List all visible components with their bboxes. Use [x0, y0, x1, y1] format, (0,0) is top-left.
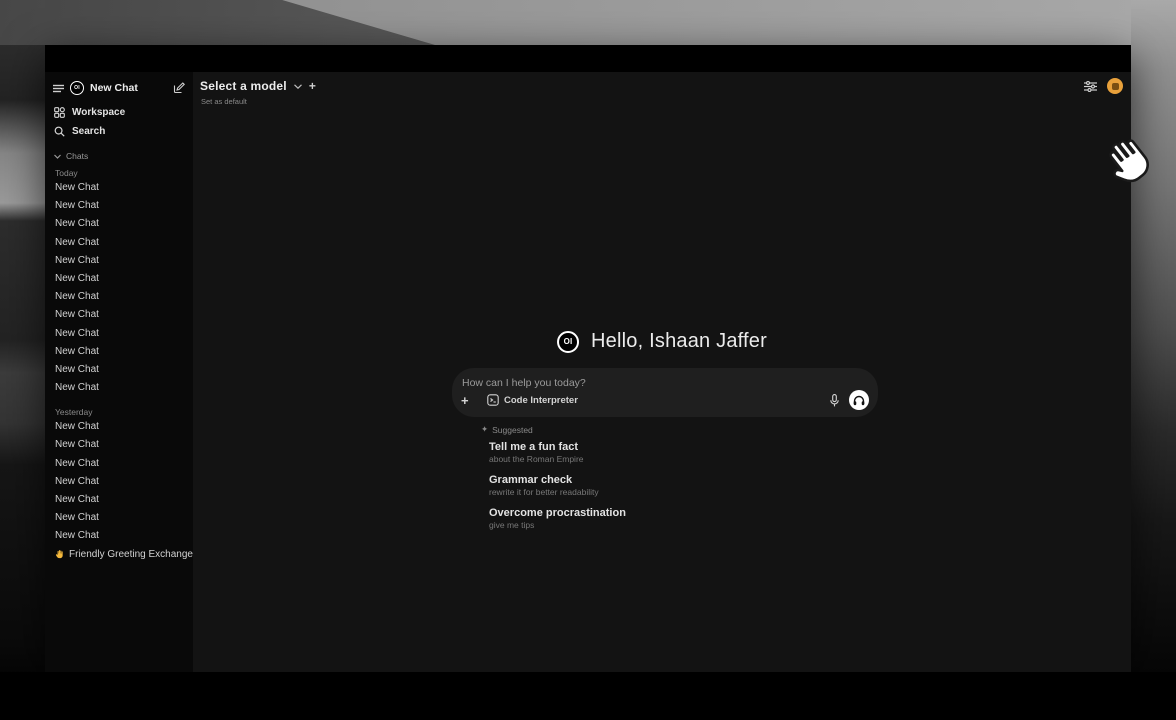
wallpaper-shape: [1131, 0, 1176, 720]
app-window: OI New Chat Workspace Search: [45, 45, 1131, 672]
suggestion-title: Tell me a fun fact: [489, 440, 749, 454]
chat-item[interactable]: New Chat: [45, 418, 193, 436]
chat-item[interactable]: New Chat: [45, 455, 193, 473]
chat-item-label: Friendly Greeting Exchange: [69, 549, 193, 560]
suggested-header: ✦ Suggested: [481, 424, 533, 435]
chat-item[interactable]: New Chat: [45, 527, 193, 545]
chat-section-label: Yesterday: [45, 406, 193, 418]
composer-placeholder: How can I help you today?: [462, 377, 868, 389]
suggestion-title: Grammar check: [489, 473, 749, 487]
chats-section-toggle[interactable]: Chats: [45, 150, 193, 162]
chat-item[interactable]: New Chat: [45, 252, 193, 270]
set-as-default-link[interactable]: Set as default: [201, 97, 247, 106]
greeting-block: OI Hello, Ishaan Jaffer: [557, 330, 767, 353]
sidebar-item-label: Search: [72, 126, 105, 137]
suggested-label-text: Suggested: [492, 425, 533, 435]
suggestion-subtitle: about the Roman Empire: [489, 454, 749, 465]
sparkle-icon: ✦: [481, 424, 488, 435]
chat-item[interactable]: New Chat: [45, 197, 193, 215]
app-logo: OI: [70, 81, 84, 95]
message-composer[interactable]: How can I help you today? + Code Interpr…: [452, 368, 878, 417]
chat-item[interactable]: New Chat: [45, 436, 193, 454]
code-interpreter-toggle[interactable]: Code Interpreter: [487, 394, 578, 406]
suggestion-list: Tell me a fun factabout the Roman Empire…: [489, 440, 749, 539]
hamburger-menu-icon[interactable]: [53, 84, 64, 93]
chats-header-label: Chats: [66, 151, 88, 161]
sidebar-item-label: Workspace: [72, 107, 125, 118]
desktop-wallpaper: OI New Chat Workspace Search: [0, 0, 1176, 720]
grid-icon: [54, 107, 65, 118]
suggestion-subtitle: give me tips: [489, 520, 749, 531]
attach-plus-button[interactable]: +: [461, 393, 479, 408]
main-panel: Select a model + Set as default OI Hello…: [193, 72, 1131, 672]
greeting-text: Hello, Ishaan Jaffer: [591, 330, 767, 353]
model-selector-label: Select a model: [200, 79, 287, 93]
chat-item[interactable]: New Chat: [45, 491, 193, 509]
chevron-down-icon: [294, 84, 302, 89]
headphones-icon: [853, 395, 865, 406]
add-model-button[interactable]: +: [309, 80, 316, 92]
sidebar-item-workspace[interactable]: Workspace: [45, 104, 193, 120]
suggestion-item[interactable]: Grammar checkrewrite it for better reada…: [489, 473, 749, 498]
avatar-glyph: [1112, 83, 1119, 90]
suggestion-subtitle: rewrite it for better readability: [489, 487, 749, 498]
controls-sliders-button[interactable]: [1084, 81, 1097, 92]
suggestion-item[interactable]: Tell me a fun factabout the Roman Empire: [489, 440, 749, 465]
chat-item[interactable]: New Chat: [45, 288, 193, 306]
model-selector-button[interactable]: Select a model +: [200, 79, 316, 93]
user-avatar[interactable]: [1107, 78, 1123, 94]
chat-section-label: Today: [45, 167, 193, 179]
wallpaper-shape: [0, 45, 45, 720]
chat-list: TodayNew ChatNew ChatNew ChatNew ChatNew…: [45, 167, 193, 564]
wallpaper-shape: [0, 672, 1176, 720]
suggestion-item[interactable]: Overcome procrastinationgive me tips: [489, 506, 749, 531]
chat-item[interactable]: New Chat: [45, 509, 193, 527]
chat-item[interactable]: New Chat: [45, 306, 193, 324]
chat-item[interactable]: New Chat: [45, 343, 193, 361]
sidebar-item-search[interactable]: Search: [45, 123, 193, 139]
chevron-down-icon: [54, 154, 61, 159]
chat-item[interactable]: New Chat: [45, 325, 193, 343]
new-chat-pencil-icon[interactable]: [173, 82, 185, 94]
chat-item[interactable]: New Chat: [45, 270, 193, 288]
chat-item-friendly-greeting[interactable]: Friendly Greeting Exchange: [45, 546, 193, 564]
waving-hand-emoji-icon: [55, 549, 65, 559]
microphone-icon[interactable]: [830, 394, 839, 407]
search-icon: [54, 126, 65, 137]
sidebar: OI New Chat Workspace Search: [45, 72, 193, 672]
voice-call-button[interactable]: [849, 390, 869, 410]
chat-item[interactable]: New Chat: [45, 234, 193, 252]
chat-item[interactable]: New Chat: [45, 361, 193, 379]
chat-item[interactable]: New Chat: [45, 379, 193, 397]
code-interpreter-label: Code Interpreter: [504, 395, 578, 406]
code-interpreter-icon: [487, 394, 499, 406]
app-logo: OI: [557, 331, 579, 353]
chat-item[interactable]: New Chat: [45, 179, 193, 197]
window-top-bar: [45, 45, 1131, 72]
chat-item[interactable]: New Chat: [45, 473, 193, 491]
suggestion-title: Overcome procrastination: [489, 506, 749, 520]
sidebar-title: New Chat: [90, 82, 167, 94]
chat-item[interactable]: New Chat: [45, 215, 193, 233]
